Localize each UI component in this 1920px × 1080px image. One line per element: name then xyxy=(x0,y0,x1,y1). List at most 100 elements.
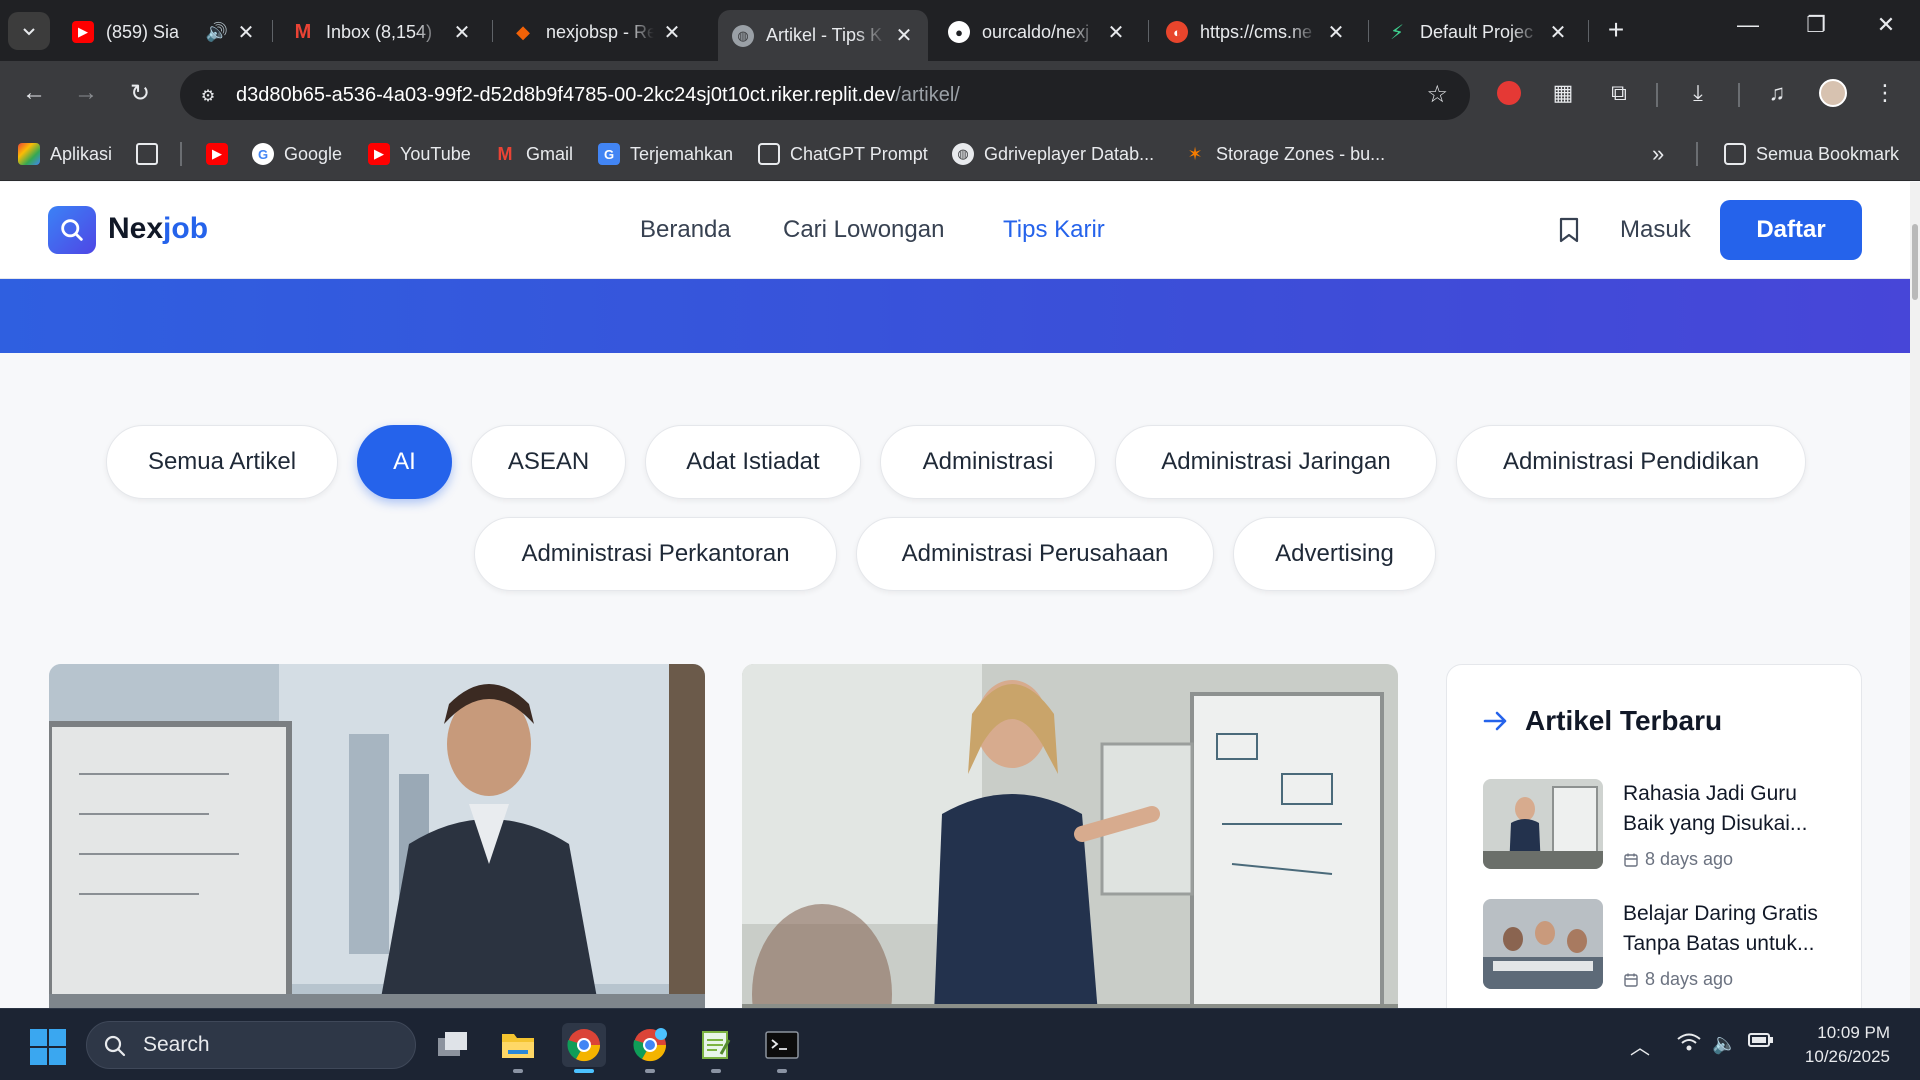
clock-time: 10:09 PM xyxy=(1817,1023,1890,1042)
forward-button[interactable]: → xyxy=(70,79,102,107)
bolt-icon: ⚡ xyxy=(1389,21,1405,44)
address-bar[interactable]: ⚙ d3d80b65-a536-4a03-99f2-d52d8b9f4785-0… xyxy=(180,70,1470,120)
tab-divider xyxy=(1368,20,1369,42)
latest-article-item[interactable]: Rahasia Jadi Guru Baik yang Disukai... 8… xyxy=(1483,779,1843,879)
bookmark-apps[interactable]: Aplikasi xyxy=(18,139,112,169)
close-icon[interactable]: ✕ xyxy=(1548,20,1568,45)
taskbar-notepad-app[interactable] xyxy=(694,1023,738,1073)
windows-taskbar: Search ︿ 🔈 10:09 PM 10/26/2025 xyxy=(0,1008,1920,1080)
site-icon: ◐ xyxy=(1166,21,1188,43)
bookmark-label: Terjemahkan xyxy=(630,143,734,164)
tab-youtube[interactable]: ▶ (859) Sia 🔊 ✕ xyxy=(58,10,270,54)
tab-title: Inbox (8,154) xyxy=(326,21,433,42)
arrow-right-icon xyxy=(1483,711,1507,731)
qr-code-icon[interactable]: ▦ xyxy=(1548,78,1578,108)
battery-icon[interactable] xyxy=(1748,1031,1774,1055)
saved-jobs-button[interactable] xyxy=(1553,214,1585,246)
article-card-image[interactable] xyxy=(742,664,1398,1008)
tab-supabase[interactable]: ⚡ Default Projec ✕ xyxy=(1372,10,1582,54)
article-card-image[interactable] xyxy=(49,664,705,1008)
close-icon[interactable]: ✕ xyxy=(1106,20,1126,45)
taskbar-search-box[interactable]: Search xyxy=(86,1021,416,1069)
close-icon[interactable]: ✕ xyxy=(894,23,914,48)
youtube-icon: ▶ xyxy=(72,21,94,43)
close-icon[interactable]: ✕ xyxy=(1326,20,1346,45)
nav-cari-lowongan[interactable]: Cari Lowongan xyxy=(783,216,944,244)
article-title[interactable]: Belajar Daring Gratis Tanpa Batas untuk.… xyxy=(1623,899,1843,959)
media-control-icon[interactable]: ♫ xyxy=(1762,78,1792,108)
task-view-button[interactable] xyxy=(431,1023,475,1067)
signup-button[interactable]: Daftar xyxy=(1720,200,1862,260)
category-chip[interactable]: Administrasi xyxy=(880,425,1096,499)
site-logo[interactable]: Nexjob xyxy=(108,212,208,246)
office-man-photo xyxy=(49,664,705,1008)
reload-button[interactable]: ↻ xyxy=(124,79,156,108)
scrollbar-thumb[interactable] xyxy=(1912,224,1918,300)
tab-github[interactable]: ● ourcaldo/nexj ✕ xyxy=(934,10,1140,54)
taskbar-chrome-profile[interactable] xyxy=(628,1023,672,1073)
category-chip[interactable]: Administrasi Perkantoran xyxy=(474,517,837,591)
close-window-button[interactable]: ✕ xyxy=(1858,12,1914,38)
close-icon[interactable]: ✕ xyxy=(662,20,682,45)
minimize-button[interactable]: — xyxy=(1720,12,1776,38)
nav-beranda[interactable]: Beranda xyxy=(640,216,731,244)
bookmark-translate[interactable]: G Terjemahkan xyxy=(598,139,733,169)
bookmark-tab-groups[interactable] xyxy=(136,139,168,169)
tab-search-button[interactable] xyxy=(8,12,50,50)
wifi-icon[interactable] xyxy=(1676,1031,1702,1059)
category-chip[interactable]: Administrasi Perusahaan xyxy=(856,517,1214,591)
system-clock[interactable]: 10:09 PM 10/26/2025 xyxy=(1780,1021,1890,1069)
new-tab-button[interactable]: + xyxy=(1600,14,1632,46)
bookmark-storage-zones[interactable]: ✶ Storage Zones - bu... xyxy=(1184,139,1385,169)
restore-button[interactable]: ❐ xyxy=(1788,12,1844,38)
category-chip[interactable]: Semua Artikel xyxy=(106,425,338,499)
latest-article-item[interactable]: Belajar Daring Gratis Tanpa Batas untuk.… xyxy=(1483,899,1843,999)
page-scrollbar[interactable] xyxy=(1910,182,1920,1008)
all-bookmarks-folder[interactable]: Semua Bookmark xyxy=(1724,139,1899,169)
category-chip[interactable]: Administrasi Jaringan xyxy=(1115,425,1437,499)
category-chip[interactable]: Administrasi Pendidikan xyxy=(1456,425,1806,499)
taskbar-chrome-active[interactable] xyxy=(562,1023,606,1073)
bookmark-google[interactable]: G Google xyxy=(252,139,342,169)
star-icon[interactable]: ☆ xyxy=(1426,80,1448,109)
bookmark-gdriveplayer[interactable]: ◍ Gdriveplayer Datab... xyxy=(952,139,1154,169)
site-header: Nexjob Beranda Cari Lowongan Tips Karir … xyxy=(0,182,1910,279)
windows-start-button[interactable] xyxy=(30,1029,66,1065)
calendar-icon xyxy=(1624,973,1638,987)
extension-hand-icon[interactable] xyxy=(1494,78,1524,108)
category-chip[interactable]: Advertising xyxy=(1233,517,1436,591)
logo-prefix: Nex xyxy=(108,212,164,245)
youtube-icon: ▶ xyxy=(368,143,390,165)
volume-icon[interactable]: 🔈 xyxy=(1712,1031,1737,1056)
download-icon[interactable]: ⤓ xyxy=(1683,78,1713,108)
running-indicator xyxy=(574,1069,594,1073)
extensions-icon[interactable]: ⧉ xyxy=(1604,78,1634,108)
tab-gmail[interactable]: M Inbox (8,154) ✕ xyxy=(278,10,486,54)
bookmark-youtube[interactable]: ▶ YouTube xyxy=(368,139,471,169)
bookmark-gmail[interactable]: M Gmail xyxy=(494,139,574,169)
logo-search-icon[interactable] xyxy=(48,206,96,254)
tab-replit[interactable]: ◆ nexjobsp - Re ✕ xyxy=(498,10,696,54)
tab-artikel-active[interactable]: ◍ Artikel - Tips K ✕ xyxy=(718,10,928,61)
close-icon[interactable]: ✕ xyxy=(452,20,472,45)
taskbar-terminal[interactable] xyxy=(760,1023,804,1073)
login-button[interactable]: Masuk xyxy=(1620,216,1691,244)
back-button[interactable]: ← xyxy=(18,79,50,107)
article-title[interactable]: Rahasia Jadi Guru Baik yang Disukai... xyxy=(1623,779,1843,839)
show-hidden-icons-chevron-up-icon[interactable]: ︿ xyxy=(1630,1031,1650,1060)
taskbar-file-explorer[interactable] xyxy=(496,1023,540,1073)
profile-avatar[interactable] xyxy=(1818,78,1848,108)
date-text: 8 days ago xyxy=(1645,849,1734,869)
more-menu-icon[interactable]: ⋮ xyxy=(1870,78,1900,108)
bookmark-youtube-shortcut[interactable]: ▶ xyxy=(206,139,238,169)
tab-cms[interactable]: ◐ https://cms.ne ✕ xyxy=(1152,10,1360,54)
speaker-icon[interactable]: 🔊 xyxy=(206,22,228,43)
category-chip[interactable]: Adat Istiadat xyxy=(645,425,861,499)
category-chip[interactable]: ASEAN xyxy=(471,425,626,499)
close-icon[interactable]: ✕ xyxy=(236,20,256,45)
category-chip-active[interactable]: AI xyxy=(357,425,452,499)
site-info-icon[interactable]: ⚙ xyxy=(194,82,222,110)
more-bookmarks-button[interactable]: » xyxy=(1652,139,1664,169)
nav-tips-karir[interactable]: Tips Karir xyxy=(1003,216,1105,244)
bookmark-chatgpt-prompt[interactable]: ChatGPT Prompt xyxy=(758,139,928,169)
